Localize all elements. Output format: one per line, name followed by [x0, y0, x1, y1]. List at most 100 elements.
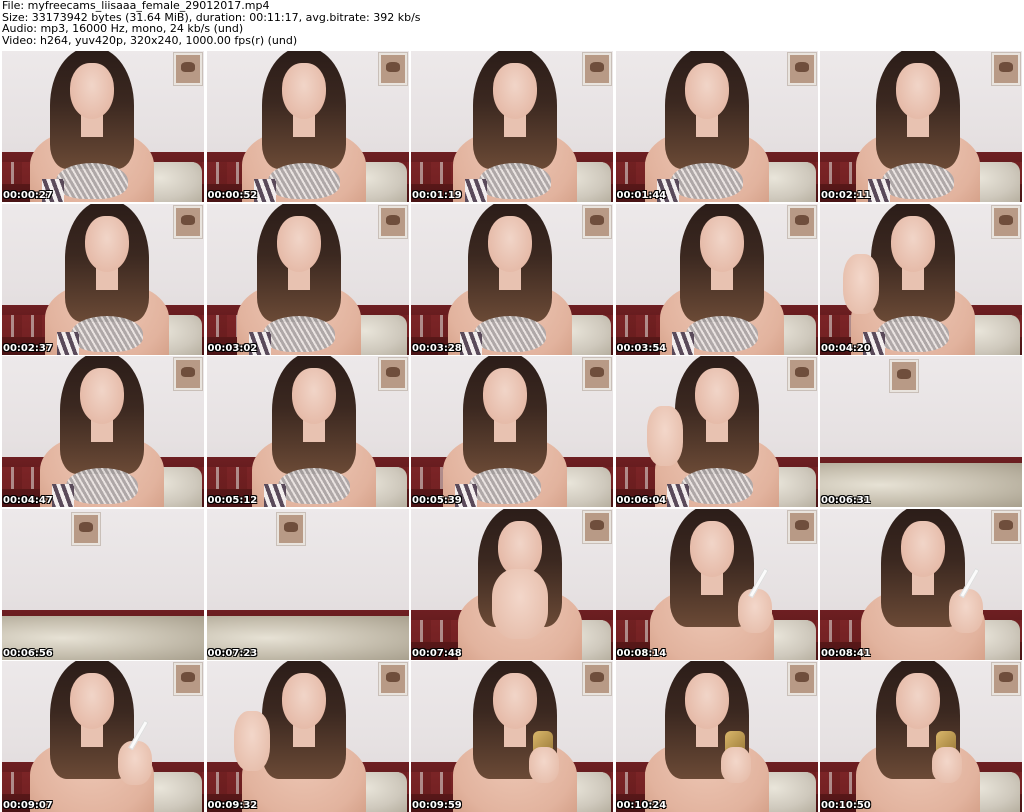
- person-hand: [720, 747, 751, 783]
- person-hand: [949, 588, 983, 633]
- wall-picture: [787, 53, 816, 85]
- wall-picture: [72, 512, 100, 545]
- bra: [56, 163, 128, 199]
- bra: [877, 315, 949, 352]
- bra: [680, 468, 753, 504]
- video-thumbnail: 00:06:31: [820, 356, 1022, 507]
- thumbnail-timestamp: 00:04:20: [821, 342, 871, 354]
- thumbnail-timestamp: 00:01:44: [616, 190, 667, 201]
- thumbnail-timestamp: 00:07:48: [412, 647, 462, 659]
- thumbnail-timestamp: 00:03:54: [616, 342, 667, 354]
- person-face: [80, 368, 124, 424]
- video-thumbnail: 00:10:24: [615, 661, 818, 812]
- wall-picture: [378, 205, 407, 238]
- video-thumbnail: 00:03:02: [206, 203, 409, 355]
- person-face: [70, 673, 114, 729]
- person-hand: [233, 711, 270, 771]
- wall-picture: [992, 663, 1020, 695]
- audio-info-line: Audio: mp3, 16000 Hz, mono, 24 kb/s (und…: [2, 22, 244, 35]
- wall-picture: [787, 663, 816, 695]
- striped-fabric: [868, 179, 890, 202]
- person-face: [684, 63, 729, 119]
- wall-picture: [890, 360, 918, 392]
- person-hand: [737, 588, 772, 633]
- thumbnail-timestamp: 00:00:27: [3, 190, 53, 201]
- bra: [685, 315, 758, 352]
- person-face: [493, 63, 537, 119]
- wall-picture: [174, 205, 202, 238]
- bra: [474, 315, 546, 352]
- striped-fabric: [263, 484, 286, 507]
- person-face: [901, 520, 945, 577]
- video-thumbnail: 00:08:41: [820, 508, 1022, 660]
- thumbnail-timestamp: 00:00:52: [207, 190, 258, 201]
- bra: [267, 163, 340, 199]
- video-thumbnail: 00:01:44: [615, 51, 818, 202]
- thumbnail-timestamp: 00:10:24: [616, 800, 667, 811]
- person-hand: [932, 747, 962, 783]
- video-info-line: Video: h264, yuv420p, 320x240, 1000.00 f…: [2, 33, 298, 47]
- bra: [262, 315, 335, 352]
- thumbnail-grid: 00:00:27 00:00:52 00:01:19 00:01:44 00:02:11…: [2, 51, 1023, 812]
- video-thumbnail: 00:04:47: [2, 356, 204, 507]
- person-face: [689, 520, 734, 577]
- wall-picture: [992, 510, 1020, 543]
- wall-picture: [992, 53, 1020, 85]
- striped-fabric: [52, 484, 74, 507]
- wall-picture: [583, 663, 611, 695]
- person-face: [896, 63, 940, 119]
- person-face: [70, 63, 114, 119]
- thumbnail-timestamp: 00:06:31: [821, 495, 871, 506]
- bra: [277, 468, 350, 504]
- video-thumbnail: 00:10:50: [820, 661, 1022, 812]
- bra: [882, 163, 954, 199]
- video-thumbnail: 00:01:19: [411, 51, 613, 202]
- person-hand: [843, 253, 879, 314]
- video-thumbnail: 00:06:56: [2, 508, 204, 660]
- bra: [469, 468, 541, 504]
- person-face: [281, 63, 326, 119]
- bra: [479, 163, 551, 199]
- thumbnail-timestamp: 00:03:02: [207, 342, 258, 354]
- video-thumbnail: 00:08:14: [615, 508, 818, 660]
- striped-fabric: [460, 331, 482, 355]
- wall-picture: [583, 510, 611, 543]
- striped-fabric: [57, 331, 79, 355]
- thumbnail-timestamp: 00:03:28: [412, 342, 462, 354]
- video-thumbnail: 00:09:59: [411, 661, 613, 812]
- striped-fabric: [465, 179, 487, 202]
- thumbnail-timestamp: 00:02:11: [821, 190, 871, 201]
- person-face: [281, 673, 326, 729]
- person-face: [85, 215, 129, 272]
- wall-picture: [174, 53, 202, 85]
- thumbnail-timestamp: 00:09:59: [412, 800, 462, 811]
- person-face: [488, 215, 532, 272]
- person-face: [699, 215, 744, 272]
- video-thumbnail: 00:06:04: [615, 356, 818, 507]
- video-thumbnail: 00:07:48: [411, 508, 613, 660]
- wall-picture: [174, 358, 202, 390]
- bra: [670, 163, 743, 199]
- person-face: [896, 673, 940, 729]
- thumbnail-timestamp: 00:09:07: [3, 800, 53, 811]
- wall-picture: [174, 663, 202, 695]
- person-hand: [529, 747, 559, 783]
- thumbnail-timestamp: 00:01:19: [412, 190, 462, 201]
- striped-fabric: [671, 331, 694, 355]
- video-thumbnail: 00:09:32: [206, 661, 409, 812]
- wall-picture: [378, 663, 407, 695]
- video-thumbnail: 00:00:52: [206, 51, 409, 202]
- file-name-line: File: myfreecams_liisaaa_female_29012017…: [2, 0, 270, 12]
- video-thumbnail: 00:02:11: [820, 51, 1022, 202]
- video-thumbnail: 00:02:37: [2, 203, 204, 355]
- video-thumbnail: 00:03:28: [411, 203, 613, 355]
- person-face: [493, 673, 537, 729]
- bra: [71, 315, 143, 352]
- thumbnail-timestamp: 00:08:41: [821, 647, 871, 659]
- video-thumbnail: 00:03:54: [615, 203, 818, 355]
- thumbnail-timestamp: 00:07:23: [207, 647, 258, 659]
- wall-picture: [787, 358, 816, 390]
- wall-picture: [583, 205, 611, 238]
- person-face: [276, 215, 321, 272]
- wall-picture: [378, 358, 407, 390]
